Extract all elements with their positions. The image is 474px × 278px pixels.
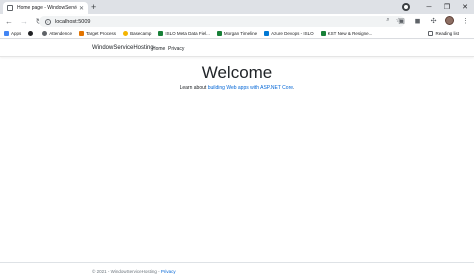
zoom-icon[interactable]: ⌕ [386,17,389,24]
close-window-icon[interactable]: ✕ [456,3,474,11]
back-icon[interactable]: ← [3,16,15,28]
bookmark-github[interactable] [28,31,35,36]
new-tab-button[interactable]: + [91,2,96,12]
bookmark-morgan-timeline[interactable]: Morgan Timeline [216,31,258,36]
copyright-text: © 2021 - WindowServiceHosting - [92,269,161,274]
site-brand-link[interactable]: WindowServiceHosting [92,45,154,51]
address-bar[interactable]: i localhost:5009 ⌕ ☆ [39,16,405,27]
bookmark-label: Morgan Timeline [223,31,258,36]
site-footer: © 2021 - WindowServiceHosting - Privacy [0,262,474,278]
basecamp-icon [123,31,129,36]
menu-icon[interactable]: ⋮ [461,17,470,25]
bookmark-label: Basecamp [130,31,152,36]
reading-list-label: Reading list [435,31,459,36]
url-text[interactable]: localhost:5009 [55,19,90,25]
bookmark-label: Azure Devops - ISLO [271,31,314,36]
sheets-icon [216,31,222,36]
reading-list-icon [428,31,434,36]
bookmark-attendence[interactable]: Attendence [42,31,72,36]
bookmark-azure-devops[interactable]: Azure Devops - ISLO [264,31,314,36]
bookmarks-bar: Apps Attendence Target Process Basecamp … [0,29,474,39]
bookmark-basecamp[interactable]: Basecamp [123,31,151,36]
azure-devops-icon [264,31,270,36]
tab-search-icon[interactable]: ▣ [397,17,406,25]
nav-home-link[interactable]: Home [152,46,165,52]
bookmark-target-process[interactable]: Target Process [79,31,116,36]
page-icon [7,5,13,11]
browser-tab[interactable]: Home page - WindowServiceHo... ✕ [3,2,88,14]
nav-privacy-link[interactable]: Privacy [168,46,184,52]
site-navbar: WindowServiceHosting Home Privacy [0,40,474,57]
bookmark-apps[interactable]: Apps [4,31,21,36]
bookmark-islo-meta[interactable]: ISLO Meta Data Fiel... [158,31,210,36]
aspnet-core-link[interactable]: building Web apps with ASP.NET Core [208,85,293,91]
page-content: WindowServiceHosting Home Privacy Welcom… [0,40,474,278]
apps-grid-icon [4,31,9,36]
maximize-icon[interactable]: ❐ [438,3,456,11]
close-icon[interactable]: ✕ [79,5,84,12]
profile-icon[interactable] [402,3,410,11]
reading-list-button[interactable]: Reading list [428,31,459,36]
browser-toolbar: ← → ↻ i localhost:5009 ⌕ ☆ ▣ ◼ ✣ ⋮ [0,14,474,29]
bookmark-label: Apps [11,31,22,36]
target-process-icon [79,31,85,36]
bookmark-label: Attendence [49,31,73,36]
github-icon [28,31,34,36]
info-icon[interactable]: i [45,18,51,25]
learn-prefix: Learn about [179,85,208,91]
footer-text: © 2021 - WindowServiceHosting - Privacy [92,269,176,274]
extensions-puzzle-icon[interactable]: ✣ [429,17,438,25]
bookmark-label: ISLO Meta Data Fiel... [165,31,210,36]
avatar[interactable] [445,16,454,25]
tab-title: Home page - WindowServiceHo... [17,5,77,11]
learn-about-text: Learn about building Web apps with ASP.N… [0,85,474,91]
tab-strip: Home page - WindowServiceHo... ✕ + ─ ❐ ✕ [0,0,474,14]
sheets-icon [158,31,164,36]
window-controls: ─ ❐ ✕ [402,0,474,14]
forward-icon[interactable]: → [18,16,30,28]
globe-icon [42,31,48,36]
sheets-icon [320,31,326,36]
minimize-icon[interactable]: ─ [420,4,438,11]
learn-suffix: . [293,85,295,91]
bookmark-label: KST New & Resigne... [327,31,373,36]
footer-privacy-link[interactable]: Privacy [161,269,176,274]
bookmark-kst[interactable]: KST New & Resigne... [320,31,373,36]
extension-icon[interactable]: ◼ [413,17,422,25]
bookmark-label: Target Process [86,31,117,36]
page-title: Welcome [201,63,273,82]
